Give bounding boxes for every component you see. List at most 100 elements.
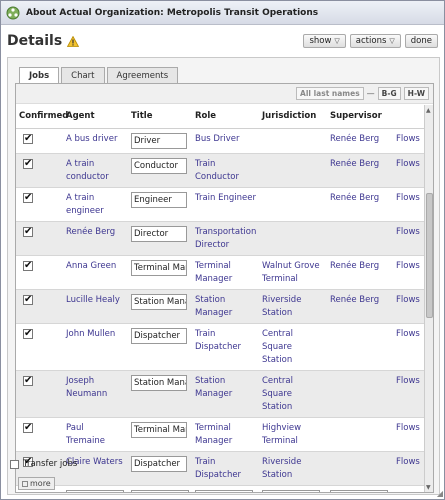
supervisor-link[interactable]: Renée Berg	[330, 159, 379, 169]
checkmark-icon: ✔	[24, 157, 33, 169]
new-jurisdiction-input[interactable]	[262, 489, 320, 492]
flows-link[interactable]: Flows	[396, 295, 420, 305]
agent-link[interactable]: A train engineer	[66, 193, 104, 216]
title-input[interactable]: Driver	[131, 132, 187, 149]
confirmed-checkbox[interactable]: ✔	[23, 192, 33, 203]
flows-link[interactable]: Flows	[396, 193, 420, 203]
title-input[interactable]: Dispatcher	[131, 455, 187, 472]
jurisdiction-link[interactable]: Riverside Station	[262, 457, 301, 480]
actions-button[interactable]: actions ▽	[349, 34, 401, 48]
flows-link[interactable]: Flows	[396, 261, 420, 271]
checkmark-icon: ✔	[24, 225, 33, 237]
role-link[interactable]: Bus Driver	[195, 134, 240, 144]
confirmed-checkbox[interactable]: ✔	[23, 260, 33, 271]
confirmed-checkbox[interactable]: ✔	[23, 157, 33, 169]
role-link[interactable]: Terminal Manager	[195, 261, 232, 284]
checkmark-icon: ✔	[24, 293, 33, 305]
new-title-input[interactable]	[131, 489, 189, 492]
jurisdiction-link[interactable]: Riverside Station	[262, 295, 301, 318]
title-input[interactable]: Conductor	[131, 157, 187, 174]
table-row: ✔ Renée Berg Director Transportation Dir…	[16, 221, 428, 256]
jurisdiction-link[interactable]: Highview Terminal	[262, 423, 301, 446]
agent-link[interactable]: Anna Green	[66, 261, 116, 271]
agent-link[interactable]: Joseph Neumann	[66, 376, 107, 399]
details-header: Details show ▽ actions ▽ done	[1, 25, 444, 57]
transfer-jobs-label: Transfer jobs	[23, 459, 78, 469]
title-input[interactable]: Engineer	[131, 191, 187, 208]
flows-link[interactable]: Flows	[396, 227, 420, 237]
agent-link[interactable]: A bus driver	[66, 134, 117, 144]
agent-link[interactable]: Paul Tremaine	[66, 423, 105, 446]
chevron-down-icon: ▽	[389, 36, 395, 45]
transfer-jobs-option[interactable]: Transfer jobs	[10, 459, 77, 469]
scroll-up-icon[interactable]: ▲	[426, 107, 431, 114]
details-panel: Jobs Chart Agreements All last names — B…	[7, 57, 440, 495]
flows-link[interactable]: Flows	[396, 134, 420, 144]
jobs-content: All last names — B-G H-W Confirmed Agent…	[15, 83, 434, 493]
flows-link[interactable]: Flows	[396, 423, 420, 433]
role-link[interactable]: Station Manager	[195, 295, 232, 318]
jurisdiction-link[interactable]: Central Square Station	[262, 329, 293, 365]
jurisdiction-link[interactable]: Central Square Station	[262, 376, 293, 412]
confirmed-checkbox[interactable]: ✔	[23, 133, 33, 144]
column-header-title: Title	[128, 104, 192, 129]
new-agent-input[interactable]	[66, 489, 124, 492]
role-link[interactable]: Terminal Manager	[195, 423, 232, 446]
agent-link[interactable]: Renée Berg	[66, 227, 115, 237]
tab-agreements[interactable]: Agreements	[106, 67, 179, 84]
title-input[interactable]: Terminal Manag	[131, 421, 187, 438]
confirmed-checkbox[interactable]: ✔	[23, 374, 33, 386]
confirmed-checkbox[interactable]: ✔	[23, 293, 33, 305]
show-button[interactable]: show ▽	[303, 34, 346, 48]
jurisdiction-link[interactable]: Walnut Grove Terminal	[262, 261, 320, 284]
flows-link[interactable]: Flows	[396, 376, 420, 386]
title-input[interactable]: Director	[131, 225, 187, 242]
filter-h-w-button[interactable]: H-W	[403, 87, 429, 100]
agent-link[interactable]: A train conductor	[66, 159, 109, 182]
filter-all-button[interactable]: All last names	[296, 87, 364, 100]
scroll-down-icon[interactable]: ▼	[426, 484, 431, 491]
role-link[interactable]: Train Dispatcher	[195, 329, 241, 352]
title-input[interactable]: Dispatcher	[131, 327, 187, 344]
flows-link[interactable]: Flows	[396, 159, 420, 169]
scrollbar-thumb[interactable]	[426, 193, 433, 318]
more-button[interactable]: more	[18, 477, 55, 490]
show-label: show	[309, 35, 332, 46]
checkmark-icon: ✔	[24, 421, 33, 433]
transfer-jobs-checkbox[interactable]	[10, 459, 19, 469]
title-input[interactable]: Station Manage	[131, 293, 187, 310]
confirmed-checkbox[interactable]: ✔	[23, 421, 33, 433]
confirmed-checkbox[interactable]: ✔	[23, 225, 33, 237]
tab-jobs[interactable]: Jobs	[19, 67, 60, 84]
filter-b-g-button[interactable]: B-G	[377, 87, 401, 100]
flows-link[interactable]: Flows	[396, 329, 420, 339]
agent-link[interactable]: Lucille Healy	[66, 295, 120, 305]
vertical-scrollbar[interactable]: ▲ ▼	[424, 105, 433, 492]
role-link[interactable]: Transportation Director	[195, 227, 256, 250]
warning-icon[interactable]	[67, 35, 80, 47]
done-button[interactable]: done	[404, 34, 438, 48]
agent-link[interactable]: John Mullen	[66, 329, 115, 339]
column-header-supervisor: Supervisor	[327, 104, 393, 129]
title-input[interactable]: Station Manage	[131, 374, 187, 391]
new-supervisor-input[interactable]	[330, 489, 388, 492]
supervisor-link[interactable]: Renée Berg	[330, 193, 379, 203]
flows-link[interactable]: Flows	[396, 457, 420, 467]
confirmed-checkbox[interactable]: ✔	[23, 328, 33, 339]
title-bar: About Actual Organization: Metropolis Tr…	[1, 1, 444, 25]
tab-chart[interactable]: Chart	[61, 67, 105, 84]
page-title: Details	[7, 33, 63, 49]
checkmark-icon: ✔	[24, 374, 33, 386]
org-app-icon	[6, 6, 20, 19]
role-link[interactable]: Train Engineer	[195, 193, 256, 203]
supervisor-link[interactable]: Renée Berg	[330, 261, 379, 271]
resize-grip-icon[interactable]: ◢	[437, 489, 443, 498]
supervisor-link[interactable]: Renée Berg	[330, 295, 379, 305]
title-input[interactable]: Terminal Manag	[131, 259, 187, 276]
new-role-input[interactable]	[195, 489, 253, 492]
role-link[interactable]: Station Manager	[195, 376, 232, 399]
supervisor-link[interactable]: Renée Berg	[330, 134, 379, 144]
column-header-flows	[393, 104, 428, 129]
role-link[interactable]: Train Conductor	[195, 159, 239, 182]
role-link[interactable]: Train Dispatcher	[195, 457, 241, 480]
